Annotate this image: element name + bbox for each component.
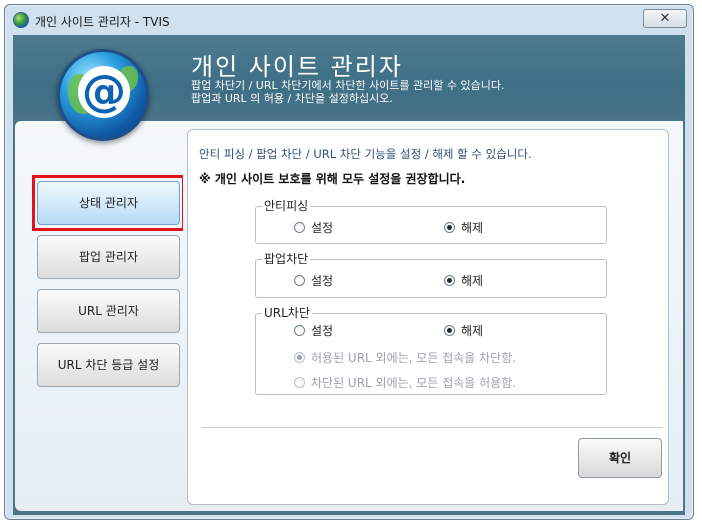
sidebar-item-label: 상태 관리자: [78, 196, 138, 210]
popup-block-on-radio[interactable]: 설정: [294, 272, 333, 289]
group-title: URL차단: [262, 306, 312, 320]
radio-checked-icon: [444, 222, 455, 233]
header-description: 팝업 차단기 / URL 차단기에서 차단한 사이트를 관리할 수 있습니다. …: [191, 79, 505, 105]
settings-panel: 안티 피싱 / 팝업 차단 / URL 차단 기능을 설정 / 해제 할 수 있…: [187, 129, 669, 505]
title-bar[interactable]: 개인 사이트 관리자 - TVIS ✕: [5, 5, 693, 35]
group-title: 팝업차단: [262, 252, 311, 266]
anti-phishing-on-radio[interactable]: 설정: [294, 219, 333, 236]
radio-unchecked-icon: [294, 222, 305, 233]
popup-block-off-radio[interactable]: 해제: [444, 272, 483, 289]
radio-checked-icon: [294, 352, 305, 363]
sidebar: 상태 관리자 팝업 관리자 URL 관리자 URL 차단 등급 설정: [15, 121, 185, 511]
radio-checked-icon: [444, 325, 455, 336]
globe-at-logo-icon: @: [57, 49, 149, 141]
group-title: 안티피싱: [262, 199, 311, 213]
at-sign-icon: @: [78, 66, 130, 118]
header-desc-line1: 팝업 차단기 / URL 차단기에서 차단한 사이트를 관리할 수 있습니다.: [191, 79, 505, 92]
intro-text: 안티 피싱 / 팝업 차단 / URL 차단 기능을 설정 / 해제 할 수 있…: [199, 147, 532, 161]
radio-unchecked-icon: [294, 275, 305, 286]
sidebar-item-url-manager[interactable]: URL 관리자: [37, 289, 180, 333]
url-block-on-radio[interactable]: 설정: [294, 322, 333, 339]
recommendation-notice: ※ 개인 사이트 보호를 위해 모두 설정을 권장합니다.: [199, 172, 466, 186]
url-block-off-radio[interactable]: 해제: [444, 322, 483, 339]
sidebar-item-label: 팝업 관리자: [78, 250, 138, 264]
sidebar-item-popup-manager[interactable]: 팝업 관리자: [37, 235, 180, 279]
radio-unchecked-icon: [294, 377, 305, 388]
radio-unchecked-icon: [294, 325, 305, 336]
sidebar-item-label: URL 차단 등급 설정: [57, 358, 160, 372]
sidebar-item-url-block-level[interactable]: URL 차단 등급 설정: [37, 343, 180, 387]
url-block-group: URL차단 설정 해제 허용된 URL 외에는, 모든 접속을 차단함. 차단된…: [255, 306, 607, 395]
close-icon: ✕: [659, 11, 671, 26]
app-globe-icon: [13, 12, 29, 28]
anti-phishing-off-radio[interactable]: 해제: [444, 219, 483, 236]
app-window: 개인 사이트 관리자 - TVIS ✕ 개인 사이트 관리자 팝업 차단기 / …: [4, 4, 694, 520]
main-area: 안티 피싱 / 팝업 차단 / URL 차단 기능을 설정 / 해제 할 수 있…: [183, 121, 683, 511]
window-title: 개인 사이트 관리자 - TVIS: [35, 15, 170, 29]
ok-button[interactable]: 확인: [578, 438, 662, 478]
sidebar-item-status-manager[interactable]: 상태 관리자: [37, 181, 180, 225]
client-area: 개인 사이트 관리자 팝업 차단기 / URL 차단기에서 차단한 사이트를 관…: [13, 35, 685, 515]
header-desc-line2: 팝업과 URL 의 허용 / 차단을 설정하십시오.: [191, 92, 393, 105]
divider: [202, 427, 662, 428]
url-allow-only-radio[interactable]: 허용된 URL 외에는, 모든 접속을 차단함.: [294, 349, 516, 366]
close-button[interactable]: ✕: [643, 9, 687, 28]
header-title: 개인 사이트 관리자: [191, 53, 403, 81]
sidebar-item-label: URL 관리자: [78, 304, 139, 318]
radio-checked-icon: [444, 275, 455, 286]
url-block-only-radio[interactable]: 차단된 URL 외에는, 모든 접속을 허용함.: [294, 374, 516, 391]
popup-block-group: 팝업차단 설정 해제: [255, 252, 607, 298]
anti-phishing-group: 안티피싱 설정 해제: [255, 199, 607, 244]
